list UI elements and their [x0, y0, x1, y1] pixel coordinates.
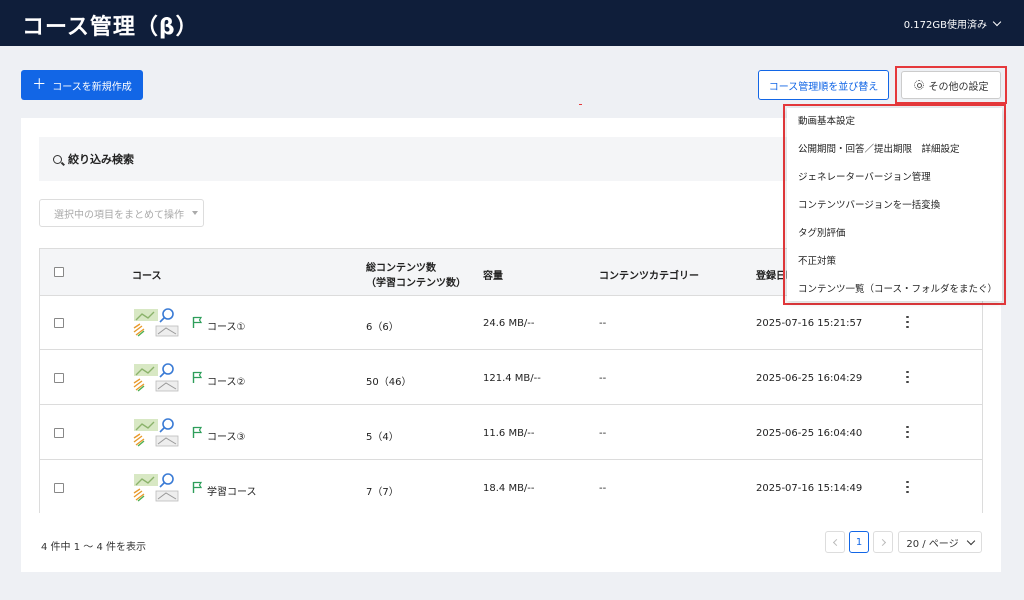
menu-item-bulk-convert[interactable]: コンテンツバージョンを一括変換: [798, 197, 940, 211]
select-all-checkbox[interactable]: [54, 267, 64, 277]
other-settings-button[interactable]: その他の設定: [901, 71, 1001, 99]
table-row[interactable]: コース② 50（46） 121.4 MB/-- -- 2025-06-25 16…: [40, 351, 982, 405]
chevron-right-icon: [878, 538, 886, 546]
row-checkbox[interactable]: [54, 318, 64, 328]
flag-icon: [192, 481, 202, 493]
next-page-button[interactable]: [873, 531, 893, 553]
search-icon: [53, 154, 62, 164]
table-row[interactable]: 学習コース 7（7） 18.4 MB/-- -- 2025-07-16 15:1…: [40, 461, 982, 515]
menu-item-fraud-prevention[interactable]: 不正対策: [798, 253, 836, 267]
course-name-link[interactable]: コース①: [207, 318, 245, 333]
table-row[interactable]: コース③ 5（4） 11.6 MB/-- -- 2025-06-25 16:04…: [40, 406, 982, 460]
decorative-mark: [579, 104, 582, 105]
chevron-down-icon: [966, 536, 975, 545]
header-course: コース: [132, 271, 162, 282]
app-header: コース管理（β） 0.172GB使用済み: [0, 0, 1024, 46]
registered-date: 2025-07-16 15:14:49: [756, 483, 863, 494]
course-size: 24.6 MB/--: [483, 318, 535, 329]
chevron-down-icon: [992, 17, 1002, 27]
row-checkbox[interactable]: [54, 428, 64, 438]
other-settings-label: その他の設定: [928, 81, 989, 93]
settings-menu-highlight-box: 動画基本設定 公開期間・回答／提出期限 詳細設定 ジェネレーターバージョン管理 …: [783, 104, 1006, 305]
menu-item-period-settings[interactable]: 公開期間・回答／提出期限 詳細設定: [798, 141, 960, 155]
sort-courses-button[interactable]: コース管理順を並び替え: [758, 70, 889, 100]
result-summary: 4 件中 1 ～ 4 件を表示: [41, 542, 146, 553]
flag-icon: [192, 371, 202, 383]
plus-icon: ＋: [32, 76, 47, 92]
row-more-icon[interactable]: [906, 481, 909, 493]
registered-date: 2025-07-16 15:21:57: [756, 318, 863, 329]
contents-count: 6（6）: [366, 322, 399, 333]
row-checkbox[interactable]: [54, 483, 64, 493]
contents-count: 7（7）: [366, 487, 399, 498]
contents-count: 50（46）: [366, 377, 412, 388]
menu-item-generator-version[interactable]: ジェネレーターバージョン管理: [798, 169, 931, 183]
page-title: コース管理（β）: [22, 15, 199, 40]
course-name-link[interactable]: コース②: [207, 373, 245, 388]
bulk-action-label: 選択中の項目をまとめて操作: [54, 209, 184, 221]
course-category: --: [599, 483, 607, 494]
menu-item-content-list[interactable]: コンテンツ一覧（コース・フォルダをまたぐ）: [798, 281, 997, 295]
prev-page-button[interactable]: [825, 531, 845, 553]
menu-item-tag-evaluation[interactable]: タグ別評価: [798, 225, 846, 239]
new-course-label: コースを新規作成: [52, 81, 132, 93]
gear-icon: [913, 80, 924, 90]
storage-usage-label: 0.172GB使用済み: [903, 20, 987, 31]
page-number-button[interactable]: 1: [849, 531, 869, 553]
menu-item-video-settings[interactable]: 動画基本設定: [798, 113, 855, 127]
row-checkbox[interactable]: [54, 373, 64, 383]
caret-down-icon: [192, 211, 198, 215]
course-size: 11.6 MB/--: [483, 428, 535, 439]
course-size: 121.4 MB/--: [483, 373, 541, 384]
course-category: --: [599, 373, 607, 384]
filter-search-label: 絞り込み検索: [68, 153, 134, 166]
row-more-icon[interactable]: [906, 316, 909, 328]
course-category: --: [599, 318, 607, 329]
header-category: コンテンツカテゴリー: [599, 271, 699, 282]
course-thumbnail-icon: [133, 308, 179, 337]
row-more-icon[interactable]: [906, 426, 909, 438]
row-more-icon[interactable]: [906, 371, 909, 383]
storage-usage-dropdown[interactable]: 0.172GB使用済み: [903, 16, 1002, 31]
filter-search-toggle[interactable]: 絞り込み検索: [39, 137, 799, 181]
per-page-label: 20 / ページ: [906, 538, 959, 550]
flag-icon: [192, 426, 202, 438]
header-contents-sub: （学習コンテンツ数）: [366, 278, 466, 289]
flag-icon: [192, 316, 202, 328]
per-page-select[interactable]: 20 / ページ: [898, 531, 982, 553]
settings-menu: 動画基本設定 公開期間・回答／提出期限 詳細設定 ジェネレーターバージョン管理 …: [787, 108, 1002, 301]
contents-count: 5（4）: [366, 432, 399, 443]
header-size: 容量: [483, 271, 503, 282]
settings-highlight-box: その他の設定: [895, 66, 1007, 104]
header-contents: 総コンテンツ数: [366, 263, 436, 274]
registered-date: 2025-06-25 16:04:40: [756, 428, 863, 439]
course-thumbnail-icon: [133, 363, 179, 392]
course-thumbnail-icon: [133, 473, 179, 502]
registered-date: 2025-06-25 16:04:29: [756, 373, 863, 384]
course-name-link[interactable]: コース③: [207, 428, 245, 443]
course-size: 18.4 MB/--: [483, 483, 535, 494]
course-thumbnail-icon: [133, 418, 179, 447]
chevron-left-icon: [832, 538, 840, 546]
course-name-link[interactable]: 学習コース: [207, 483, 257, 498]
new-course-button[interactable]: ＋ コースを新規作成: [21, 70, 143, 100]
bulk-action-select[interactable]: 選択中の項目をまとめて操作: [39, 199, 204, 227]
course-category: --: [599, 428, 607, 439]
